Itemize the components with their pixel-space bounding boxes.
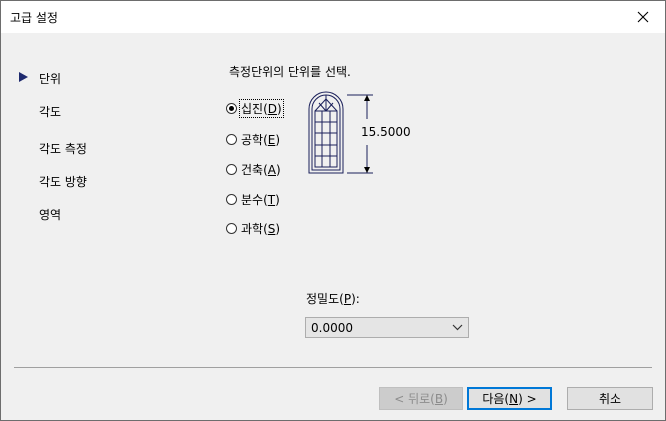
radio-indicator — [226, 103, 237, 114]
chevron-down-icon — [452, 324, 463, 331]
radio-label: 공학(E) — [241, 133, 281, 147]
radio-architectural[interactable]: 건축(A) — [226, 161, 282, 178]
back-button[interactable]: < 뒤로(B) — [379, 387, 463, 410]
precision-select[interactable]: 0.0000 — [305, 317, 469, 338]
radio-label: 십진(D) — [239, 99, 284, 118]
radio-engineering[interactable]: 공학(E) — [226, 131, 281, 148]
radio-label: 분수(T) — [241, 193, 280, 207]
precision-label: 정밀도(P): — [306, 292, 360, 306]
radio-scientific[interactable]: 과학(S) — [226, 220, 281, 237]
cancel-button[interactable]: 취소 — [567, 387, 653, 410]
precision-value: 0.0000 — [311, 321, 353, 335]
radio-fractional[interactable]: 분수(T) — [226, 191, 281, 208]
close-icon — [637, 11, 649, 23]
window-title: 고급 설정 — [10, 11, 58, 25]
nav-item-angle-direction[interactable]: 각도 방향 — [39, 173, 87, 190]
radio-label: 건축(A) — [241, 163, 281, 177]
radio-decimal[interactable]: 십진(D) — [226, 99, 284, 118]
radio-indicator — [226, 194, 237, 205]
triangle-right-icon — [19, 72, 28, 82]
radio-indicator — [226, 164, 237, 175]
nav-item-angle-measure[interactable]: 각도 측정 — [39, 140, 87, 157]
radio-indicator — [226, 134, 237, 145]
title-bar: 고급 설정 — [1, 1, 665, 33]
units-prompt: 측정단위의 단위를 선택. — [229, 65, 351, 79]
divider — [14, 367, 652, 368]
close-button[interactable] — [621, 1, 665, 33]
radio-label: 과학(S) — [241, 222, 281, 236]
next-button[interactable]: 다음(N) > — [467, 387, 552, 410]
nav-item-angle[interactable]: 각도 — [39, 103, 61, 120]
radio-indicator — [226, 223, 237, 234]
nav-item-units[interactable]: 단위 — [39, 70, 61, 87]
dimension-value: 15.5000 — [361, 125, 411, 139]
nav-item-area[interactable]: 영역 — [39, 206, 61, 223]
advanced-setup-dialog: 고급 설정 단위 각도 각도 측정 각도 방향 영역 측정단위의 단위를 선택.… — [0, 0, 666, 421]
